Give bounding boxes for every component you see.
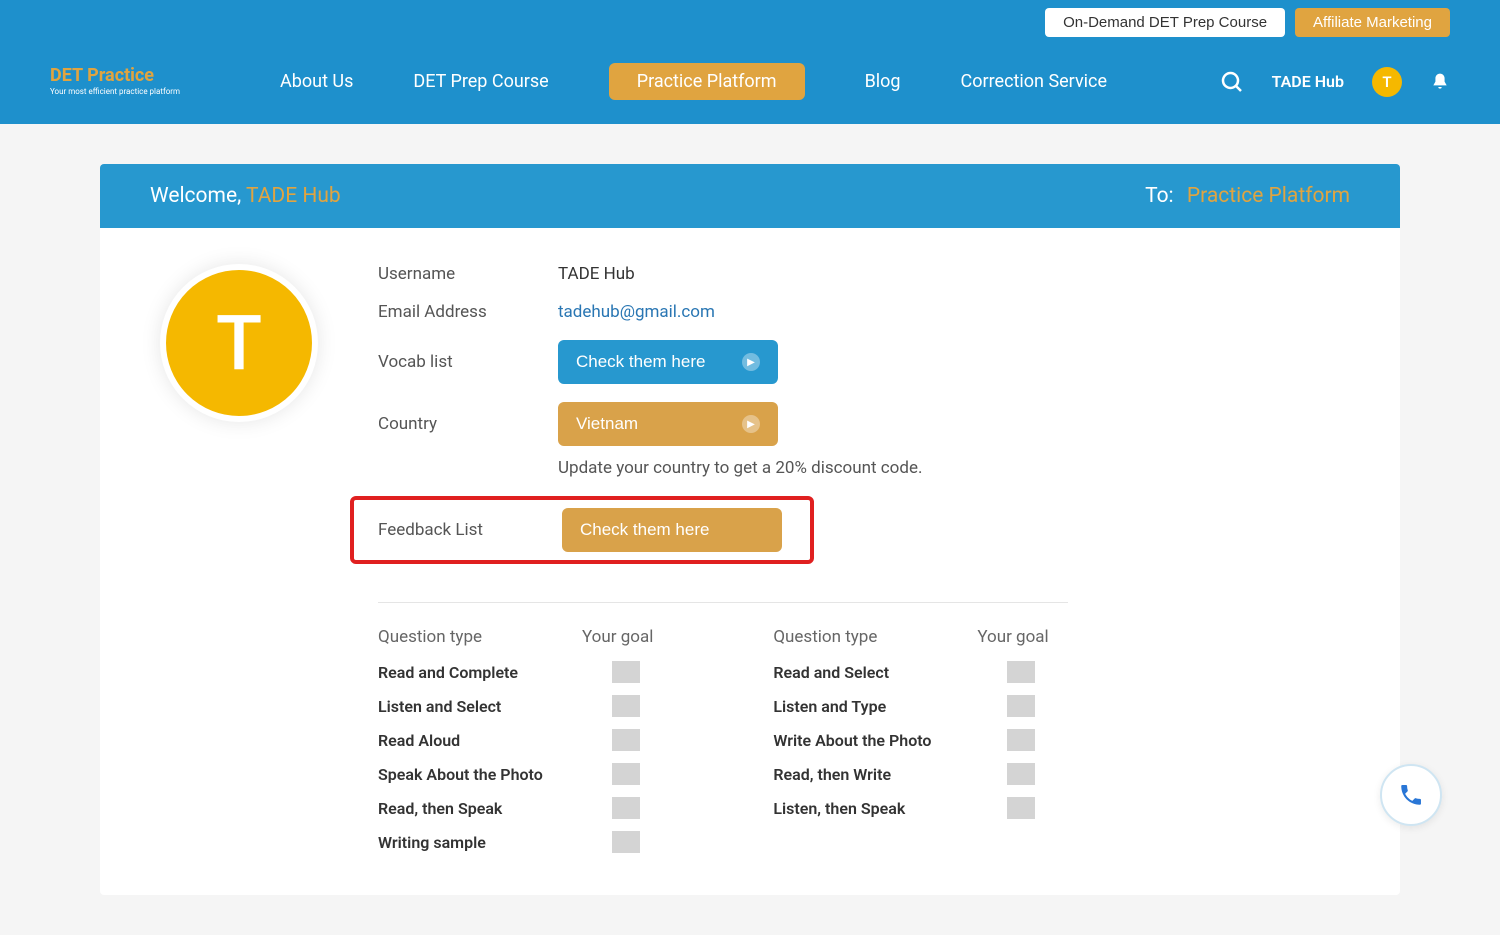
profile-top: T Username TADE Hub Email Address tadehu…	[150, 264, 1350, 865]
goal-value[interactable]	[612, 695, 640, 717]
goal-row: Read and Complete	[378, 661, 653, 683]
content: Welcome, TADE Hub To: Practice Platform …	[0, 124, 1500, 935]
goal-row: Read and Select	[773, 661, 1048, 683]
goals-col-left: Question type Your goal Read and Complet…	[378, 627, 653, 865]
goal-value[interactable]	[1007, 695, 1035, 717]
goal-value[interactable]	[1007, 797, 1035, 819]
vocab-button-label: Check them here	[576, 352, 705, 372]
welcome-prefix: Welcome,	[150, 184, 246, 208]
welcome-name: TADE Hub	[246, 184, 341, 208]
vocab-label: Vocab list	[378, 352, 558, 372]
goal-type: Read, then Speak	[378, 799, 612, 818]
goal-row: Read, then Speak	[378, 797, 653, 819]
info-rows: Username TADE Hub Email Address tadehub@…	[378, 264, 1350, 865]
welcome-text: Welcome, TADE Hub	[150, 184, 341, 208]
goal-type: Write About the Photo	[773, 731, 1007, 750]
country-note: Update your country to get a 20% discoun…	[558, 458, 1350, 478]
avatar-large: T	[160, 264, 318, 422]
search-icon[interactable]	[1220, 70, 1244, 94]
goal-type: Read, then Write	[773, 765, 1007, 784]
nav-right: TADE Hub T	[1220, 67, 1450, 97]
goal-type: Speak About the Photo	[378, 765, 612, 784]
profile-card: T Username TADE Hub Email Address tadehu…	[100, 228, 1400, 895]
affiliate-marketing-button[interactable]: Affiliate Marketing	[1295, 8, 1450, 37]
logo[interactable]: DET Practice Your most efficient practic…	[50, 67, 180, 96]
welcome-bar: Welcome, TADE Hub To: Practice Platform	[100, 164, 1400, 228]
phone-fab[interactable]	[1380, 764, 1442, 826]
goal-value[interactable]	[1007, 763, 1035, 785]
goal-row: Read Aloud	[378, 729, 653, 751]
goal-value[interactable]	[612, 797, 640, 819]
username-value: TADE Hub	[558, 264, 635, 284]
feedback-highlight-box: Feedback List Check them here	[350, 496, 814, 564]
top-bar: On-Demand DET Prep Course Affiliate Mark…	[0, 0, 1500, 45]
country-value: Vietnam	[576, 414, 638, 434]
goal-value[interactable]	[612, 729, 640, 751]
nav-about[interactable]: About Us	[280, 71, 353, 92]
goal-value[interactable]	[612, 763, 640, 785]
goal-type: Listen, then Speak	[773, 799, 1007, 818]
email-value[interactable]: tadehub@gmail.com	[558, 302, 715, 322]
goal-value[interactable]	[1007, 729, 1035, 751]
logo-main: DET Practice	[50, 67, 180, 85]
nav-blog[interactable]: Blog	[865, 71, 901, 92]
goals-head-type-left: Question type	[378, 627, 582, 647]
goals-head-goal-left: Your goal	[582, 627, 653, 647]
nav-links: About Us DET Prep Course Practice Platfo…	[280, 63, 1220, 100]
bell-icon[interactable]	[1430, 71, 1450, 93]
goal-row: Write About the Photo	[773, 729, 1048, 751]
goal-type: Listen and Select	[378, 697, 612, 716]
goals-grid: Question type Your goal Read and Complet…	[378, 627, 1350, 865]
goal-value[interactable]	[612, 831, 640, 853]
arrow-right-icon: ▶	[742, 353, 760, 371]
on-demand-course-button[interactable]: On-Demand DET Prep Course	[1045, 8, 1285, 37]
logo-sub: Your most efficient practice platform	[50, 87, 180, 96]
goal-type: Read and Complete	[378, 663, 612, 682]
goal-type: Writing sample	[378, 833, 612, 852]
goal-row: Listen and Type	[773, 695, 1048, 717]
feedback-label: Feedback List	[378, 520, 562, 540]
email-label: Email Address	[378, 302, 558, 322]
user-name: TADE Hub	[1272, 72, 1344, 91]
goals-head-type-right: Question type	[773, 627, 977, 647]
country-row: Country Vietnam ▶	[378, 402, 1350, 446]
country-button[interactable]: Vietnam ▶	[558, 402, 778, 446]
goal-row: Speak About the Photo	[378, 763, 653, 785]
vocab-row: Vocab list Check them here ▶	[378, 340, 1350, 384]
goal-row: Read, then Write	[773, 763, 1048, 785]
goal-type: Read Aloud	[378, 731, 612, 750]
goals-head-goal-right: Your goal	[977, 627, 1048, 647]
goal-row: Listen and Select	[378, 695, 653, 717]
user-avatar-small[interactable]: T	[1372, 67, 1402, 97]
goal-type: Listen and Type	[773, 697, 1007, 716]
username-row: Username TADE Hub	[378, 264, 1350, 284]
goals-col-right: Question type Your goal Read and Select …	[773, 627, 1048, 865]
goals-head-right: Question type Your goal	[773, 627, 1048, 647]
to-label: To:	[1145, 184, 1174, 208]
to-link[interactable]: Practice Platform	[1187, 184, 1350, 208]
goal-value[interactable]	[1007, 661, 1035, 683]
goal-row: Listen, then Speak	[773, 797, 1048, 819]
nav-correction[interactable]: Correction Service	[961, 71, 1107, 92]
divider	[378, 602, 1068, 603]
goal-row: Writing sample	[378, 831, 653, 853]
welcome-to: To: Practice Platform	[1145, 184, 1350, 208]
goals-head-left: Question type Your goal	[378, 627, 653, 647]
username-label: Username	[378, 264, 558, 284]
goal-value[interactable]	[612, 661, 640, 683]
vocab-button[interactable]: Check them here ▶	[558, 340, 778, 384]
email-row: Email Address tadehub@gmail.com	[378, 302, 1350, 322]
country-label: Country	[378, 414, 558, 434]
arrow-right-icon: ▶	[742, 415, 760, 433]
goal-type: Read and Select	[773, 663, 1007, 682]
feedback-button[interactable]: Check them here	[562, 508, 782, 552]
nav-platform[interactable]: Practice Platform	[609, 63, 805, 100]
nav-course[interactable]: DET Prep Course	[413, 71, 548, 92]
phone-icon	[1398, 782, 1424, 808]
feedback-button-label: Check them here	[580, 520, 709, 540]
nav-bar: DET Practice Your most efficient practic…	[0, 45, 1500, 124]
